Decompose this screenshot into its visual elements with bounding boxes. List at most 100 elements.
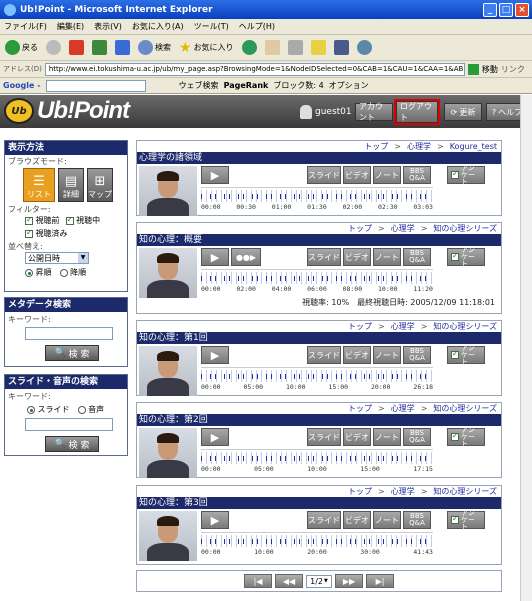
timeline-bar[interactable]: 00:00 00:30 01:00 01:30 02:00 02:30 03:03 [201, 187, 433, 211]
slide-radio[interactable]: スライド [27, 404, 70, 415]
mail-button[interactable] [263, 38, 282, 58]
links-label[interactable]: リンク [501, 64, 525, 75]
minimize-button[interactable]: _ [483, 2, 497, 17]
google-brand[interactable]: Google - [3, 81, 41, 90]
close-button[interactable]: × [515, 2, 529, 17]
breadcrumb-top[interactable]: トップ [348, 322, 372, 331]
breadcrumb-top[interactable]: トップ [348, 224, 372, 233]
favorites-button[interactable]: ★ お気に入り [177, 38, 236, 58]
lecture-title[interactable]: 知の心理：概要 [137, 234, 501, 246]
breadcrumb-category[interactable]: 心理学 [407, 142, 431, 151]
slide-button[interactable]: スライド [307, 346, 341, 364]
lecture-title[interactable]: 心理学の諸領域 [137, 152, 501, 164]
breadcrumb-category[interactable]: 心理学 [391, 322, 415, 331]
logout-button[interactable]: ログアウト [394, 99, 440, 125]
lecture-thumbnail[interactable] [139, 511, 197, 561]
slide-button[interactable]: スライド [307, 428, 341, 446]
bbs-qa-button[interactable]: BBS Q&A [403, 346, 431, 364]
first-page-button[interactable]: |◀ [244, 574, 272, 588]
play-button[interactable]: ▶ [201, 166, 229, 184]
slide-keyword-input[interactable] [25, 418, 113, 431]
note-button[interactable]: ノート [373, 248, 401, 266]
slide-button[interactable]: スライド [307, 166, 341, 184]
page-scrollbar[interactable] [520, 95, 532, 601]
survey-button[interactable]: アン ケート [447, 426, 485, 447]
timeline-bar[interactable]: 00:00 10:00 20:00 30:00 41:43 [201, 532, 433, 556]
stop-button[interactable] [67, 38, 86, 58]
menu-help[interactable]: ヘルプ(H) [239, 21, 275, 32]
metadata-search-button[interactable]: 🔍 検 索 [45, 345, 99, 361]
pagerank-indicator[interactable]: PageRank [224, 81, 269, 90]
account-button[interactable]: アカウント [355, 102, 393, 122]
note-button[interactable]: ノート [373, 166, 401, 184]
mode-list-button[interactable]: ☰ リスト [23, 168, 55, 202]
video-button[interactable]: ビデオ [343, 511, 371, 529]
breadcrumb-category[interactable]: 心理学 [391, 224, 415, 233]
video-button[interactable]: ビデオ [343, 428, 371, 446]
options-button[interactable]: オプション [329, 80, 369, 91]
note-button[interactable]: ノート [373, 346, 401, 364]
search-toolbar-button[interactable]: 検索 [136, 38, 173, 58]
lecture-title[interactable]: 知の心理：第3回 [137, 497, 501, 509]
home-button[interactable] [113, 38, 132, 58]
survey-button[interactable]: アン ケート [447, 344, 485, 365]
breadcrumb-series[interactable]: 知の心理シリーズ [433, 404, 497, 413]
video-button[interactable]: ビデオ [343, 346, 371, 364]
lecture-thumbnail[interactable] [139, 428, 197, 478]
menu-file[interactable]: ファイル(F) [4, 21, 47, 32]
survey-button[interactable]: アン ケート [447, 509, 485, 530]
filter-during[interactable]: 視聴中 [65, 215, 100, 226]
survey-button[interactable]: アン ケート [447, 246, 485, 267]
slide-button[interactable]: スライド [307, 511, 341, 529]
breadcrumb-series[interactable]: 知の心理シリーズ [433, 322, 497, 331]
bbs-qa-button[interactable]: BBS Q&A [403, 511, 431, 529]
video-button[interactable]: ビデオ [343, 248, 371, 266]
sort-asc-radio[interactable]: 昇順 [25, 267, 52, 278]
resume-button[interactable]: ●●▶ [231, 248, 261, 266]
play-button[interactable]: ▶ [201, 248, 229, 266]
sort-desc-radio[interactable]: 降順 [59, 267, 86, 278]
audio-radio[interactable]: 音声 [77, 404, 104, 415]
prev-page-button[interactable]: ◀◀ [275, 574, 303, 588]
breadcrumb-top[interactable]: トップ [348, 404, 372, 413]
slide-button[interactable]: スライド [307, 248, 341, 266]
discuss-button[interactable] [332, 38, 351, 58]
page-select[interactable]: 1/2 ▼ [306, 574, 332, 588]
url-field[interactable]: http://www.ei.tokushima-u.ac.jp/ub/my_pa… [44, 62, 465, 76]
bbs-qa-button[interactable]: BBS Q&A [403, 166, 431, 184]
popup-blocker[interactable]: ブロック数: 4 [273, 80, 323, 91]
sort-select[interactable]: 公開日時 ▼ [25, 252, 89, 264]
metadata-keyword-input[interactable] [25, 327, 113, 340]
mode-map-button[interactable]: ⊞ マップ [87, 168, 113, 202]
play-button[interactable]: ▶ [201, 511, 229, 529]
timeline-bar[interactable]: 00:00 05:00 10:00 15:00 20:00 26:18 [201, 367, 433, 391]
menu-tools[interactable]: ツール(T) [194, 21, 229, 32]
back-button[interactable]: 戻る [3, 38, 40, 58]
edit-button[interactable] [309, 38, 328, 58]
menu-edit[interactable]: 編集(E) [57, 21, 84, 32]
timeline-bar[interactable]: 00:00 02:00 04:00 06:00 08:00 10:00 11:20 [201, 269, 433, 293]
play-button[interactable]: ▶ [201, 428, 229, 446]
breadcrumb-category[interactable]: 心理学 [391, 404, 415, 413]
filter-done[interactable]: 視聴済み [25, 228, 68, 238]
history-button[interactable] [240, 38, 259, 58]
note-button[interactable]: ノート [373, 511, 401, 529]
bbs-qa-button[interactable]: BBS Q&A [403, 248, 431, 266]
refresh-page-button[interactable] [90, 38, 109, 58]
lecture-title[interactable]: 知の心理：第2回 [137, 414, 501, 426]
breadcrumb-series[interactable]: 知の心理シリーズ [433, 487, 497, 496]
refresh-button[interactable]: ⟳ 更新 [444, 103, 482, 121]
menu-favorites[interactable]: お気に入り(A) [132, 21, 184, 32]
web-search-button[interactable]: ウェブ検索 [179, 80, 219, 91]
maximize-button[interactable]: □ [499, 2, 513, 17]
lecture-title[interactable]: 知の心理：第1回 [137, 332, 501, 344]
breadcrumb-series[interactable]: 知の心理シリーズ [433, 224, 497, 233]
google-search-input[interactable] [45, 79, 146, 92]
menu-view[interactable]: 表示(V) [94, 21, 122, 32]
video-button[interactable]: ビデオ [343, 166, 371, 184]
mode-detail-button[interactable]: ▤ 詳細 [58, 168, 84, 202]
lecture-thumbnail[interactable] [139, 248, 197, 298]
lecture-thumbnail[interactable] [139, 346, 197, 396]
filter-before[interactable]: 視聴前 [25, 215, 60, 226]
slide-search-button[interactable]: 🔍 検 索 [45, 436, 99, 452]
